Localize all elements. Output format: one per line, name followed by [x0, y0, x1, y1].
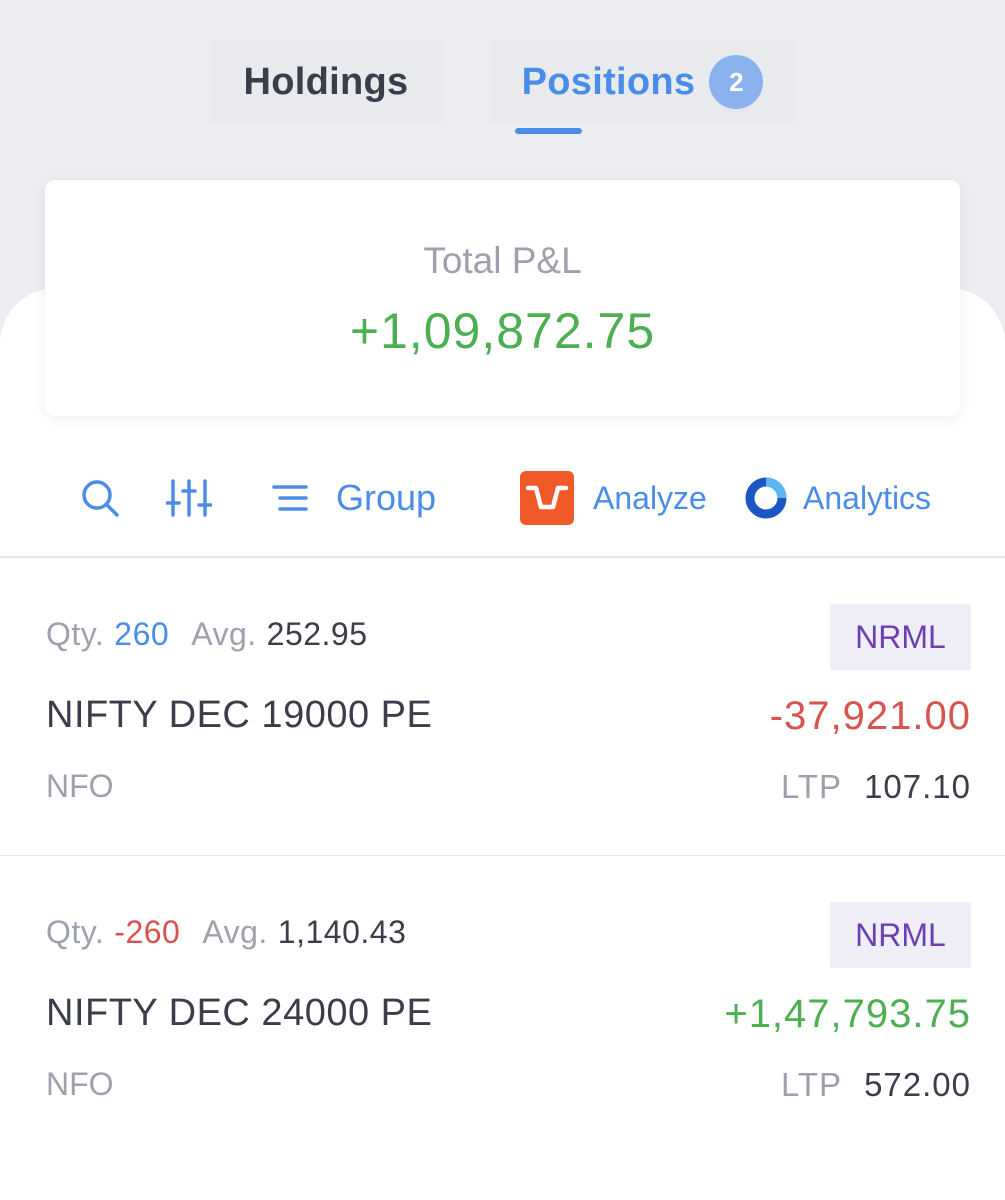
tab-bar: Holdings Positions 2	[0, 0, 1005, 160]
tab-holdings-label: Holdings	[243, 60, 409, 103]
exchange-label: NFO	[46, 768, 114, 804]
group-label: Group	[336, 477, 437, 518]
total-pnl-value: +1,09,872.75	[349, 303, 656, 359]
analytics-button[interactable]: Analytics	[744, 458, 931, 538]
position-row[interactable]: Qty. 260 Avg. 252.95 NRML NIFTY DEC 19000 P…	[0, 560, 1005, 856]
product-tag: NRML	[830, 902, 971, 968]
toolbar-divider	[0, 556, 1005, 558]
filter-button[interactable]	[166, 458, 212, 538]
search-icon	[82, 480, 119, 517]
avg-label: Avg.	[202, 914, 268, 950]
avg-label: Avg.	[191, 616, 257, 652]
instrument-symbol: NIFTY DEC 24000 PE	[46, 992, 433, 1034]
analytics-label: Analytics	[803, 479, 932, 516]
qty-label: Qty.	[46, 914, 105, 950]
tab-positions-label: Positions	[521, 60, 696, 103]
qty-value: -260	[114, 914, 181, 950]
avg-value: 1,140.43	[277, 914, 407, 950]
ltp-label: LTP	[780, 1066, 843, 1103]
group-button[interactable]: Group	[272, 458, 436, 538]
avg-value: 252.95	[266, 616, 368, 652]
positions-count-badge: 2	[709, 55, 764, 109]
ltp-value: 107.10	[864, 768, 971, 805]
qty-label: Qty.	[46, 616, 105, 652]
tab-positions[interactable]: Positions 2	[490, 40, 795, 124]
ltp-label: LTP	[780, 768, 843, 805]
positions-toolbar: Group Analyze Analytics	[0, 458, 1005, 538]
position-qty-avg: Qty. -260 Avg. 1,140.43	[46, 914, 406, 951]
total-pnl-card: Total P&L +1,09,872.75	[45, 180, 960, 416]
product-tag: NRML	[830, 604, 971, 670]
position-pnl: -37,921.00	[769, 694, 971, 738]
qty-value: 260	[114, 616, 170, 652]
sliders-icon	[166, 479, 212, 517]
total-pnl-label: Total P&L	[423, 240, 582, 281]
active-tab-indicator	[515, 128, 582, 134]
position-pnl: +1,47,793.75	[724, 992, 971, 1036]
analytics-logo-icon	[745, 477, 787, 519]
tab-holdings[interactable]: Holdings	[210, 40, 442, 124]
analyze-button[interactable]: Analyze	[520, 458, 707, 538]
list-icon	[272, 485, 308, 511]
ltp: LTP 107.10	[781, 768, 971, 806]
analyze-logo-icon	[520, 471, 574, 525]
position-row[interactable]: Qty. -260 Avg. 1,140.43 NRML NIFTY DEC 2400…	[0, 858, 1005, 1154]
ltp: LTP 572.00	[781, 1066, 971, 1104]
search-button[interactable]	[80, 458, 120, 538]
position-qty-avg: Qty. 260 Avg. 252.95	[46, 616, 368, 653]
instrument-symbol: NIFTY DEC 19000 PE	[46, 694, 433, 736]
ltp-value: 572.00	[864, 1066, 971, 1103]
row-divider	[0, 855, 1005, 856]
exchange-label: NFO	[46, 1066, 114, 1102]
analyze-label: Analyze	[593, 479, 707, 516]
